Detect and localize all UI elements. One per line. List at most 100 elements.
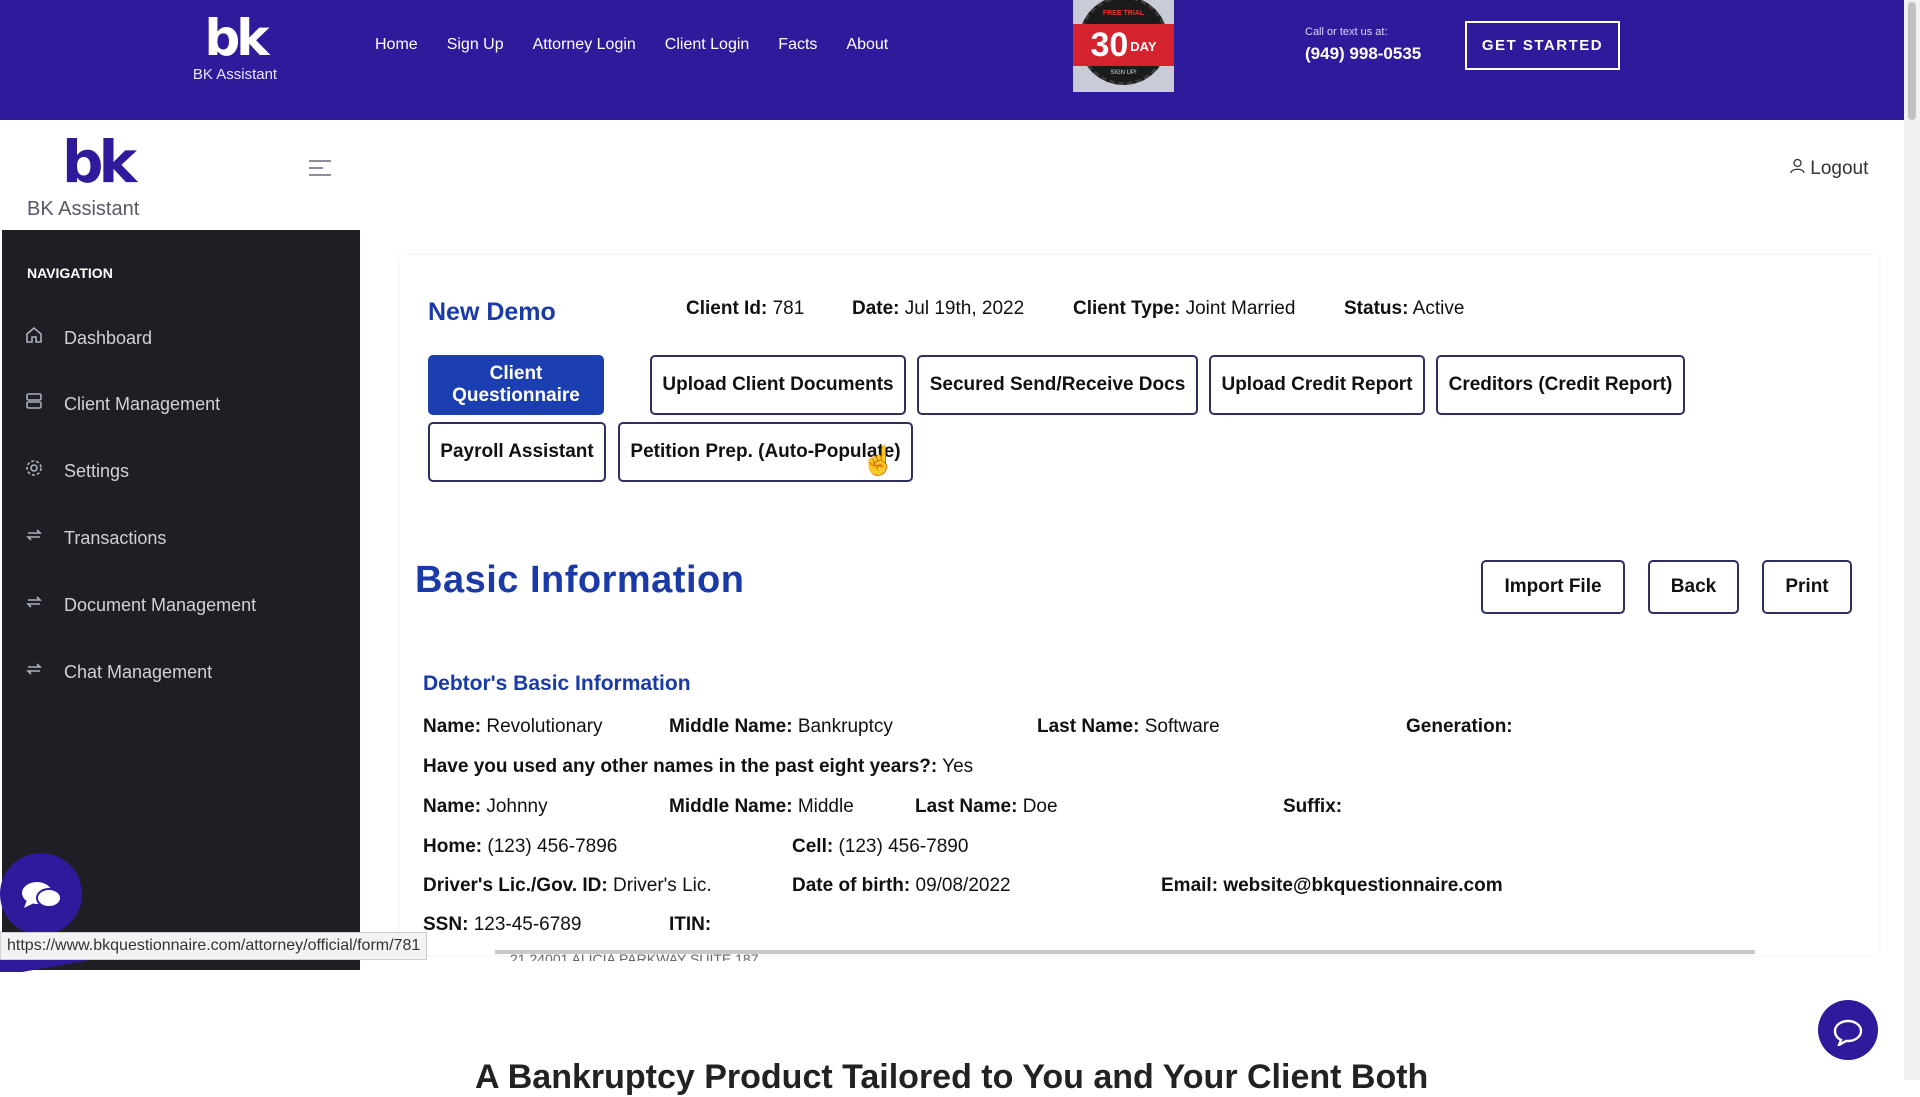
hand-cursor-icon: ☝ [861,445,896,476]
field-label: Last Name: [1037,716,1140,737]
field-value: Middle [797,796,854,817]
client-status: Status: Active [1344,298,1464,320]
repeat-icon [20,525,48,551]
gear-icon [20,458,48,484]
call-label: Call or text us at: [1305,26,1388,38]
field-suffix: Suffix: [1283,796,1342,818]
field-value: Driver's Lic. [613,875,712,896]
client-date: Date: Jul 19th, 2022 [852,298,1024,320]
tab-secured-send-receive-docs[interactable]: Secured Send/Receive Docs [917,355,1198,415]
badge-top-text: FREE TRIAL [1102,10,1145,17]
field-label: Have you used any other names in the pas… [423,756,938,777]
user-icon [1790,158,1810,179]
tab-creditors-credit-report[interactable]: Creditors (Credit Report) [1436,355,1685,415]
tab-payroll-assistant[interactable]: Payroll Assistant [428,422,606,482]
tab-client-questionnaire[interactable]: Client Questionnaire [428,355,604,415]
field-last-name: Last Name: Software [1037,716,1220,738]
field-date-of-birth: Date of birth: 09/08/2022 [792,875,1011,897]
field-label: Name: [423,716,482,737]
field-label: Suffix: [1283,796,1343,817]
field-value: Yes [942,756,974,777]
field-label: Middle Name: [669,796,793,817]
field-value: Doe [1022,796,1058,817]
site-nav: Home Sign Up Attorney Login Client Login… [375,36,917,54]
sidebar-item-label: Document Management [64,594,257,615]
logout-label: Logout [1810,158,1869,179]
badge-unit: DAY [1130,39,1157,55]
horizontal-scrollbar[interactable] [495,950,1755,954]
client-type: Client Type: Joint Married [1073,298,1295,320]
field-value: Revolutionary [486,716,603,737]
client-id-value: 781 [772,298,805,319]
field-value: (123) 456-7896 [487,836,618,857]
debtor-basic-info-heading: Debtor's Basic Information [423,672,691,695]
back-button[interactable]: Back [1648,560,1739,614]
field-alias-last-name: Last Name: Doe [915,796,1058,818]
logout-link[interactable]: Logout [1790,158,1868,180]
import-file-button[interactable]: Import File [1481,560,1625,614]
scrollbar-thumb[interactable] [1908,2,1916,120]
sidebar-item-transactions[interactable]: Transactions [2,516,360,560]
field-generation: Generation: [1406,716,1513,738]
server-icon [20,391,48,417]
sidebar-item-label: Transactions [64,527,167,548]
sidebar-item-dashboard[interactable]: Dashboard [2,316,360,360]
nav-home[interactable]: Home [375,36,418,54]
badge-bottom-text: SIGN UP! [1110,70,1137,76]
sidebar-item-chat-management[interactable]: Chat Management [2,650,360,694]
nav-about[interactable]: About [846,36,888,54]
decorative-wedge [0,960,130,972]
field-cell-phone: Cell: (123) 456-7890 [792,836,968,858]
nav-client-login[interactable]: Client Login [665,36,750,54]
field-value: Software [1144,716,1220,737]
sidebar-item-settings[interactable]: Settings [2,449,360,493]
field-alias-name: Name: Johnny [423,796,548,818]
status-bar-url: https://www.bkquestionnaire.com/attorney… [0,932,428,960]
chat-icon[interactable] [1818,1000,1878,1060]
nav-attorney-login[interactable]: Attorney Login [533,36,636,54]
nav-sign-up[interactable]: Sign Up [447,36,504,54]
field-label: SSN: [423,914,469,935]
field-label: Date of birth: [792,875,911,896]
field-label: ITIN: [669,914,712,935]
client-id-label: Client Id: [686,298,768,319]
repeat-icon [20,659,48,685]
field-value: 09/08/2022 [915,875,1011,896]
page-scrollbar[interactable] [1904,0,1920,1080]
client-date-label: Date: [852,298,900,319]
field-other-names: Have you used any other names in the pas… [423,756,973,778]
tab-upload-client-documents[interactable]: Upload Client Documents [650,355,906,415]
sidebar-item-client-management[interactable]: Client Management [2,382,360,426]
field-label: Generation: [1406,716,1513,737]
chat-icon[interactable] [0,853,82,935]
site-logo-text: BK Assistant [192,66,278,83]
get-started-button[interactable]: GET STARTED [1465,21,1620,70]
field-drivers-license: Driver's Lic./Gov. ID: Driver's Lic. [423,875,712,897]
menu-toggle-icon[interactable] [309,160,331,178]
contact-info: Call or text us at: (949) 998-0535 [1305,26,1421,64]
nav-facts[interactable]: Facts [778,36,817,54]
field-value: website@bkquestionnaire.com [1223,875,1503,896]
field-value: (123) 456-7890 [838,836,969,857]
sidebar-item-label: Chat Management [64,661,213,682]
site-logo[interactable]: bk BK Assistant [180,12,290,83]
field-email: Email: website@bkquestionnaire.com [1161,875,1503,897]
sidebar-item-document-management[interactable]: Document Management [2,583,360,627]
sidebar-item-label: Settings [64,460,130,481]
free-trial-badge[interactable]: FREE TRIAL 30 DAY SIGN UP! [1073,0,1174,92]
field-label: Name: [423,796,482,817]
sidebar-brand[interactable]: bk BK Assistant [2,120,360,230]
print-button[interactable]: Print [1762,560,1852,614]
client-status-label: Status: [1344,298,1409,319]
client-type-value: Joint Married [1185,298,1296,319]
field-alias-middle-name: Middle Name: Middle [669,796,854,818]
phone-number[interactable]: (949) 998-0535 [1305,44,1421,64]
navigation-heading: NAVIGATION [27,265,113,281]
tab-upload-credit-report[interactable]: Upload Credit Report [1209,355,1425,415]
client-id: Client Id: 781 [686,298,804,320]
field-label: Middle Name: [669,716,793,737]
field-label: Home: [423,836,483,857]
field-itin: ITIN: [669,914,711,936]
sidebar-item-label: Dashboard [64,327,153,348]
badge-ribbon: 30 DAY [1073,24,1174,66]
